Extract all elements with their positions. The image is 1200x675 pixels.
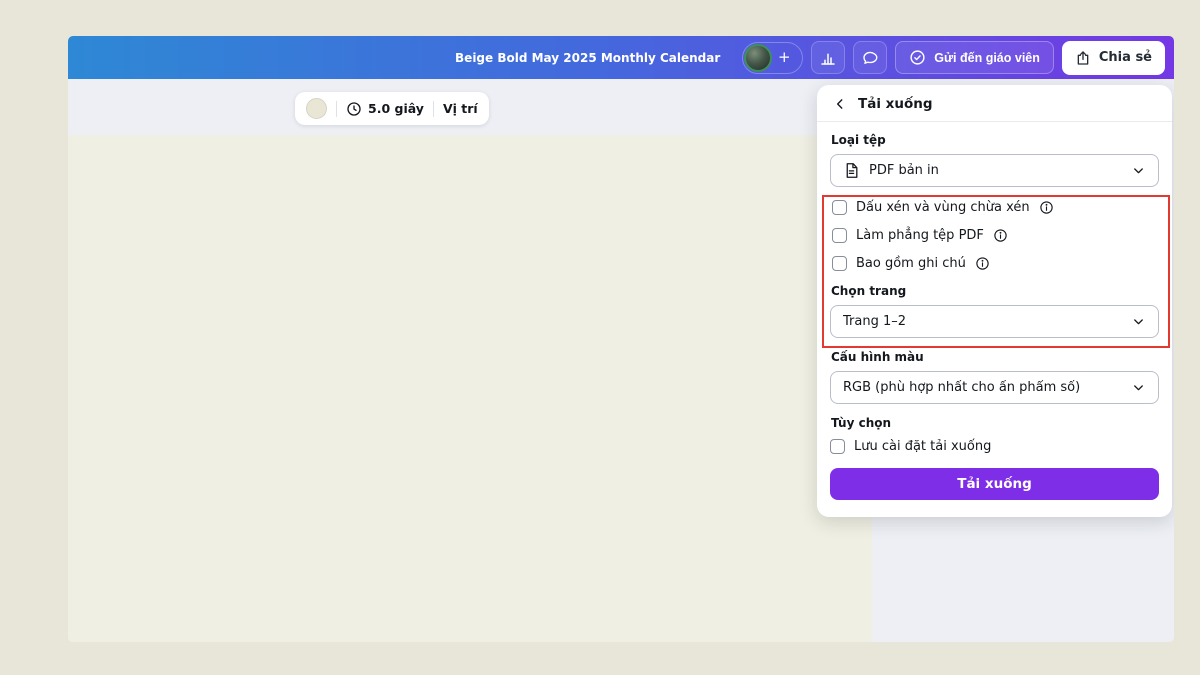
page-select-value: Trang 1–2 xyxy=(843,314,1122,329)
flatten-pdf-checkbox[interactable] xyxy=(832,228,847,243)
add-member-button[interactable]: + xyxy=(774,48,794,68)
top-bar: Beige Bold May 2025 Monthly Calendar + xyxy=(68,36,1174,79)
crop-marks-option[interactable]: Dấu xén và vùng chừa xén xyxy=(832,198,1157,216)
comments-button[interactable] xyxy=(853,41,887,74)
back-chevron-icon[interactable] xyxy=(833,97,847,111)
save-settings-label: Lưu cài đặt tải xuống xyxy=(854,439,991,454)
file-type-value: PDF bản in xyxy=(869,163,1122,178)
flatten-pdf-option[interactable]: Làm phẳng tệp PDF xyxy=(832,226,1157,244)
download-button[interactable]: Tải xuống xyxy=(830,468,1159,500)
check-circle-icon xyxy=(909,49,926,66)
send-to-teacher-label: Gửi đến giáo viên xyxy=(934,51,1040,65)
panel-title: Tải xuống xyxy=(858,96,933,112)
include-notes-option[interactable]: Bao gồm ghi chú xyxy=(832,254,1157,272)
share-button[interactable]: Chia sẻ xyxy=(1062,41,1165,75)
position-label: Vị trí xyxy=(443,101,478,116)
include-notes-checkbox[interactable] xyxy=(832,256,847,271)
duration-value: 5.0 giây xyxy=(368,101,424,116)
share-label: Chia sẻ xyxy=(1099,50,1152,65)
save-settings-option[interactable]: Lưu cài đặt tải xuống xyxy=(830,437,1159,455)
color-swatch[interactable] xyxy=(306,98,327,119)
share-upload-icon xyxy=(1075,50,1091,66)
download-panel: Tải xuống Loại tệp PDF bản in xyxy=(817,85,1172,517)
toolbar-divider xyxy=(433,101,434,117)
panel-body: Loại tệp PDF bản in xyxy=(817,122,1172,500)
screenshot-stage: Beige Bold May 2025 Monthly Calendar + xyxy=(0,0,1200,675)
file-type-label: Loại tệp xyxy=(831,133,1158,147)
chevron-down-icon xyxy=(1131,380,1146,395)
clock-icon xyxy=(346,101,362,117)
print-options: Dấu xén và vùng chừa xén Làm phẳng tệp P… xyxy=(832,198,1157,272)
page-select-dropdown[interactable]: Trang 1–2 xyxy=(830,305,1159,338)
document-title: Beige Bold May 2025 Monthly Calendar xyxy=(455,51,720,65)
info-icon[interactable] xyxy=(975,256,990,271)
chevron-down-icon xyxy=(1131,163,1146,178)
save-settings-checkbox[interactable] xyxy=(830,439,845,454)
context-toolbar: 5.0 giây Vị trí xyxy=(295,92,489,125)
app-window: Beige Bold May 2025 Monthly Calendar + xyxy=(68,36,1174,642)
send-to-teacher-button[interactable]: Gửi đến giáo viên xyxy=(895,41,1054,74)
comment-bubble-icon xyxy=(861,49,879,67)
pdf-file-icon xyxy=(843,162,860,179)
file-type-dropdown[interactable]: PDF bản in xyxy=(830,154,1159,187)
duration-control[interactable]: 5.0 giây xyxy=(346,101,424,117)
options-section-label: Tùy chọn xyxy=(831,416,1158,430)
crop-marks-checkbox[interactable] xyxy=(832,200,847,215)
position-button[interactable]: Vị trí xyxy=(443,101,478,116)
info-icon[interactable] xyxy=(993,228,1008,243)
color-profile-dropdown[interactable]: RGB (phù hợp nhất cho ấn phẩm số) xyxy=(830,371,1159,404)
toolbar-divider xyxy=(336,101,337,117)
user-avatar[interactable] xyxy=(744,44,772,72)
collaborator-group: + xyxy=(742,42,803,74)
color-profile-label: Cấu hình màu xyxy=(831,350,1158,364)
include-notes-label: Bao gồm ghi chú xyxy=(856,256,966,271)
editor-area: 5.0 giây Vị trí Tải xuống xyxy=(68,79,1174,642)
insights-button[interactable] xyxy=(811,41,845,74)
panel-header: Tải xuống xyxy=(817,85,1172,122)
color-profile-value: RGB (phù hợp nhất cho ấn phẩm số) xyxy=(843,380,1122,395)
info-icon[interactable] xyxy=(1039,200,1054,215)
flatten-pdf-label: Làm phẳng tệp PDF xyxy=(856,228,984,243)
crop-marks-label: Dấu xén và vùng chừa xén xyxy=(856,200,1030,215)
bar-chart-icon xyxy=(819,49,837,67)
chevron-down-icon xyxy=(1131,314,1146,329)
page-select-label: Chọn trang xyxy=(831,284,1158,298)
design-canvas-page[interactable] xyxy=(68,135,872,642)
